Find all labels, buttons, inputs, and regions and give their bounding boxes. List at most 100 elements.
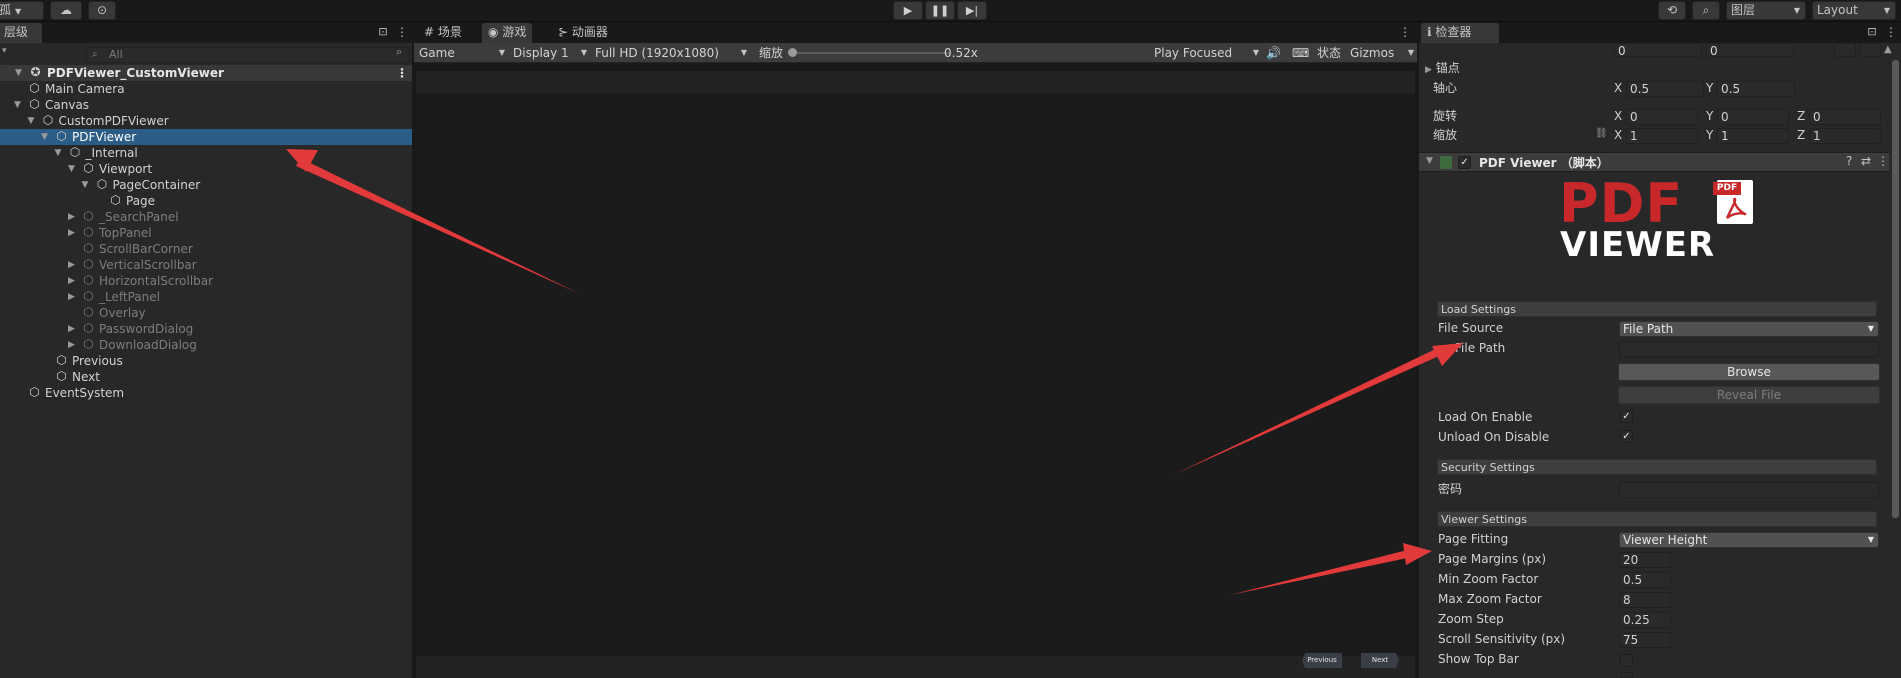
more-menu-icon[interactable]: ⋮ [1885, 26, 1897, 40]
collapse-arrow-icon[interactable]: ▶ [68, 225, 78, 241]
rotation-y-field[interactable]: 0 [1717, 109, 1789, 125]
keyboard-shortcuts-icon[interactable]: ⌨ [1292, 43, 1309, 63]
hierarchy-search-input[interactable]: ⌕ All [86, 47, 410, 63]
hierarchy-item[interactable]: ▶ ⬡ DownloadDialog [0, 337, 412, 353]
file-source-dropdown[interactable]: File Path ▼ [1619, 321, 1879, 337]
expand-arrow-icon[interactable]: ▼ [1426, 156, 1433, 166]
hierarchy-item[interactable]: ⬡ Next [0, 369, 412, 385]
scale-y-field[interactable]: 1 [1717, 128, 1789, 144]
hierarchy-item[interactable]: ▶ ⬡ _SearchPanel [0, 209, 412, 225]
page-fitting-dropdown[interactable]: Viewer Height ▼ [1619, 532, 1879, 548]
tab-game[interactable]: ◉ 游戏 [482, 23, 533, 43]
hierarchy-item[interactable]: ⬡ ScrollBarCorner [0, 241, 412, 257]
rotation-x-field[interactable]: 0 [1626, 109, 1698, 125]
scene-menu-icon[interactable]: ⋮ [396, 65, 408, 81]
zoom-step-field[interactable]: 0.25 [1619, 612, 1671, 628]
account-dropdown[interactable]: 孤 ▼ [0, 1, 44, 20]
hierarchy-item[interactable]: ▼ ⬡ PageContainer [0, 177, 412, 193]
page-margins-field[interactable]: 20 [1619, 552, 1671, 568]
collapse-arrow-icon[interactable]: ▶ [68, 289, 78, 305]
pause-button[interactable]: ❚❚ [925, 1, 955, 20]
hierarchy-item[interactable]: ▶ ⬡ TopPanel [0, 225, 412, 241]
show-top-bar-checkbox[interactable] [1620, 654, 1633, 667]
hierarchy-item[interactable]: ⬡ Previous [0, 353, 412, 369]
scale-slider-thumb[interactable] [788, 48, 797, 57]
mute-audio-icon[interactable]: 🔊 [1266, 43, 1281, 63]
tab-inspector[interactable]: ℹ 检查器 [1421, 23, 1499, 43]
hierarchy-item[interactable]: ▶ ⬡ _LeftPanel [0, 289, 412, 305]
scroll-sensitivity-field[interactable]: 75 [1619, 632, 1671, 648]
stats-button[interactable]: 状态 [1317, 43, 1341, 63]
browse-button[interactable]: Browse [1618, 363, 1880, 381]
more-menu-icon[interactable]: ⋮ [1399, 26, 1411, 40]
collapse-arrow-icon[interactable]: ▶ [68, 273, 78, 289]
offset-right-field[interactable]: 0 [1706, 43, 1794, 58]
anchors-row[interactable]: ▶ 锚点 [1425, 59, 1460, 77]
raw-edit-button[interactable] [1859, 43, 1881, 57]
search-filter-icon[interactable]: ⌕ [396, 45, 402, 59]
scale-x-field[interactable]: 1 [1626, 128, 1698, 144]
hierarchy-item[interactable]: ▼ ⬡ Viewport [0, 161, 412, 177]
hierarchy-item[interactable]: ⬡ Overlay [0, 305, 412, 321]
expand-arrow-icon[interactable]: ▼ [55, 145, 65, 161]
resolution-dropdown[interactable]: Full HD (1920x1080) ▼ [595, 43, 747, 63]
hierarchy-item[interactable]: ⬡ EventSystem [0, 385, 412, 401]
collapse-arrow-icon[interactable]: ▶ [68, 209, 78, 225]
hierarchy-item[interactable]: ▶ ⬡ VerticalScrollbar [0, 257, 412, 273]
reveal-file-button[interactable]: Reveal File [1618, 386, 1880, 404]
help-icon[interactable]: ? [1846, 154, 1852, 168]
scale-z-field[interactable]: 1 [1809, 128, 1881, 144]
tab-hierarchy[interactable]: 层级 [0, 23, 42, 43]
pivot-x-field[interactable]: 0.5 [1626, 81, 1704, 97]
add-dropdown-icon[interactable]: ▾ [2, 46, 7, 56]
collapse-arrow-icon[interactable]: ▶ [68, 337, 78, 353]
hierarchy-item[interactable]: ▼ ⬡ CustomPDFViewer [0, 113, 412, 129]
expand-arrow-icon[interactable]: ▼ [68, 161, 78, 177]
collab-button[interactable]: ⊙ [88, 1, 116, 20]
play-button[interactable]: ▶ [893, 1, 923, 20]
hierarchy-item[interactable]: ▼ ⬡ _Internal [0, 145, 412, 161]
blueprint-button[interactable] [1834, 43, 1856, 57]
rotation-z-field[interactable]: 0 [1809, 109, 1881, 125]
offset-left-field[interactable]: 0 [1614, 43, 1702, 58]
scale-slider[interactable] [792, 52, 950, 54]
hierarchy-item[interactable]: ⬡ Main Camera [0, 81, 412, 97]
more-menu-icon[interactable]: ⋮ [396, 26, 408, 40]
hierarchy-item[interactable]: ▶ ⬡ PasswordDialog [0, 321, 412, 337]
pivot-y-field[interactable]: 0.5 [1717, 81, 1795, 97]
expand-arrow-icon[interactable]: ▼ [28, 113, 38, 129]
lock-icon[interactable]: ⊡ [1867, 26, 1877, 40]
hierarchy-item[interactable]: ▼ ⬡ PDFViewer [0, 129, 412, 145]
component-enabled-checkbox[interactable]: ✓ [1458, 156, 1471, 169]
game-viewport[interactable]: Previous Next [416, 71, 1415, 678]
layers-dropdown[interactable]: 图层 ▼ [1726, 1, 1806, 20]
lock-icon[interactable]: ⊡ [378, 26, 388, 40]
gizmos-dropdown[interactable]: Gizmos ▼ [1350, 43, 1414, 63]
preset-icon[interactable]: ⇄ [1861, 154, 1871, 168]
game-dropdown[interactable]: Game ▼ [419, 43, 507, 63]
search-button[interactable]: ⌕ [1692, 1, 1720, 20]
load-on-enable-checkbox[interactable]: ✓ [1620, 410, 1633, 423]
tab-animator[interactable]: ⊱ 动画器 [552, 23, 614, 43]
next-button[interactable]: Next [1361, 653, 1399, 668]
hierarchy-item[interactable]: ▶ ⬡ HorizontalScrollbar [0, 273, 412, 289]
component-menu-icon[interactable]: ⋮ [1877, 154, 1889, 168]
tab-scene[interactable]: # 场景 [418, 23, 468, 43]
unload-on-disable-checkbox[interactable]: ✓ [1620, 430, 1633, 443]
scene-row[interactable]: ▼ ✪ PDFViewer_CustomViewer ⋮ [0, 65, 412, 81]
password-field[interactable] [1619, 482, 1879, 498]
expand-arrow-icon[interactable]: ▼ [15, 65, 25, 81]
hierarchy-item[interactable]: ▼ ⬡ Canvas [0, 97, 412, 113]
scroll-up-icon[interactable]: ▲ [1884, 44, 1892, 55]
min-zoom-field[interactable]: 0.5 [1619, 572, 1671, 588]
cloud-button[interactable]: ☁ [50, 1, 82, 20]
inspector-scrollbar[interactable] [1892, 60, 1899, 518]
previous-button[interactable]: Previous [1302, 653, 1342, 668]
max-zoom-field[interactable]: 8 [1619, 592, 1671, 608]
link-icon[interactable]: ⛓ [1595, 128, 1608, 139]
step-button[interactable]: ▶| [957, 1, 987, 20]
history-button[interactable]: ⟲ [1658, 1, 1686, 20]
expand-arrow-icon[interactable]: ▼ [41, 129, 51, 145]
next-option-checkbox[interactable] [1620, 672, 1633, 678]
layout-dropdown[interactable]: Layout ▼ [1812, 1, 1896, 20]
